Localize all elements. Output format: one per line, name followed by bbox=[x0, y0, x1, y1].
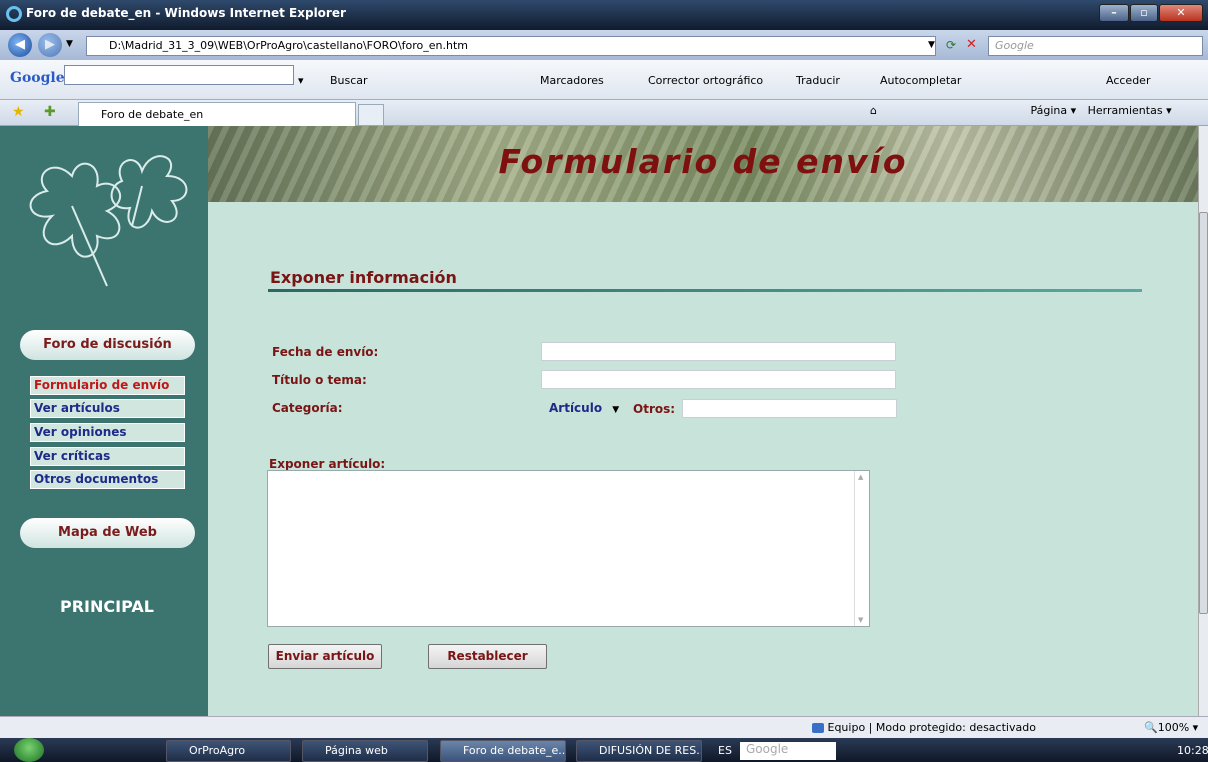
new-tab-button[interactable] bbox=[358, 104, 384, 126]
otros-field[interactable] bbox=[682, 399, 897, 418]
language-indicator[interactable]: ES bbox=[718, 744, 732, 757]
sidebar-item-ver-articulos[interactable]: Ver artículos bbox=[30, 399, 185, 418]
scrollbar-thumb[interactable] bbox=[1199, 212, 1208, 614]
sidebar-item-otros-documentos[interactable]: Otros documentos bbox=[30, 470, 185, 489]
url-dropdown-icon[interactable]: ▼ bbox=[928, 40, 935, 50]
fecha-field[interactable] bbox=[541, 342, 896, 361]
sidebar-item-formulario[interactable]: Formulario de envío bbox=[30, 376, 185, 395]
fecha-label: Fecha de envío: bbox=[272, 345, 379, 359]
sidebar-item-ver-opiniones[interactable]: Ver opiniones bbox=[30, 423, 185, 442]
articulo-textarea[interactable] bbox=[267, 470, 870, 627]
ie-icon bbox=[6, 6, 22, 22]
traducir-button[interactable]: Traducir bbox=[796, 74, 840, 87]
mapa-de-web-button[interactable]: Mapa de Web bbox=[20, 518, 195, 548]
scroll-up-icon[interactable]: ▲ bbox=[858, 473, 863, 481]
section-heading: Exponer información bbox=[270, 268, 457, 287]
tab-foro-de-debate[interactable]: Foro de debate_en bbox=[78, 102, 356, 126]
status-bar: Equipo | Modo protegido: desactivado 🔍10… bbox=[0, 716, 1208, 738]
google-logo: Google bbox=[10, 70, 65, 86]
computer-icon bbox=[812, 723, 824, 733]
favorites-star-icon[interactable]: ★ bbox=[12, 104, 25, 120]
command-bar: ⌂ Página ▾ Herramientas ▾ bbox=[870, 104, 1172, 117]
acceder-button[interactable]: Acceder bbox=[1106, 74, 1150, 87]
taskbar-item-difusion[interactable]: DIFUSIÓN DE RES... bbox=[576, 740, 702, 762]
enviar-button[interactable]: Enviar artículo bbox=[268, 644, 382, 669]
google-search-input[interactable] bbox=[64, 65, 294, 85]
refresh-icon[interactable]: ⟳ bbox=[946, 38, 956, 52]
taskbar-search-input[interactable]: Google bbox=[740, 742, 836, 760]
zoom-level[interactable]: 🔍100% ▾ bbox=[1144, 721, 1198, 734]
start-button[interactable] bbox=[14, 738, 44, 762]
home-icon[interactable]: ⌂ bbox=[870, 104, 877, 117]
categoria-label: Categoría: bbox=[272, 401, 343, 415]
banner: Formulario de envío bbox=[208, 126, 1198, 202]
buscar-button[interactable]: Buscar bbox=[330, 74, 368, 87]
articulo-label: Exponer artículo: bbox=[269, 457, 386, 471]
categoria-select[interactable]: Artículo ▼ bbox=[541, 398, 620, 418]
titulo-label: Título o tema: bbox=[272, 373, 367, 387]
sidebar-item-ver-criticas[interactable]: Ver críticas bbox=[30, 447, 185, 466]
heading-rule bbox=[268, 289, 1142, 292]
scroll-down-icon[interactable]: ▼ bbox=[858, 616, 863, 624]
taskbar-item-pagina-web[interactable]: Página web bbox=[302, 740, 428, 762]
chevron-down-icon: ▼ bbox=[612, 405, 620, 415]
textarea-scrollbar[interactable]: ▲ ▼ bbox=[854, 471, 869, 626]
stop-icon[interactable]: ✕ bbox=[966, 37, 977, 52]
titulo-field[interactable] bbox=[541, 370, 896, 389]
oak-leaf-logo bbox=[29, 155, 188, 287]
page-title: Formulario de envío bbox=[498, 142, 908, 181]
zone-text: Equipo | Modo protegido: desactivado bbox=[827, 721, 1036, 734]
restablecer-button[interactable]: Restablecer bbox=[428, 644, 547, 669]
clock: 10:28 bbox=[1177, 744, 1208, 757]
otros-label: Otros: bbox=[633, 402, 676, 416]
minimize-icon[interactable]: – bbox=[1099, 4, 1129, 22]
close-icon[interactable]: ✕ bbox=[1159, 4, 1203, 22]
back-icon[interactable]: ◀ bbox=[8, 33, 32, 57]
foro-de-discusion-button[interactable]: Foro de discusión bbox=[20, 330, 195, 360]
taskbar-item-orproagro[interactable]: OrProAgro bbox=[166, 740, 291, 762]
autocompletar-button[interactable]: Autocompletar bbox=[880, 74, 961, 87]
pagina-menu[interactable]: Página bbox=[1030, 104, 1067, 117]
window-titlebar: Foro de debate_en - Windows Internet Exp… bbox=[0, 0, 1208, 30]
google-dropdown-icon[interactable]: ▾ bbox=[298, 74, 304, 87]
zone-indicator[interactable]: Equipo | Modo protegido: desactivado bbox=[812, 721, 1036, 734]
add-favorite-icon[interactable]: ✚ bbox=[44, 104, 56, 120]
herramientas-menu[interactable]: Herramientas bbox=[1088, 104, 1163, 117]
taskbar-item-foro[interactable]: Foro de debate_e... bbox=[440, 740, 566, 762]
corrector-button[interactable]: Corrector ortográfico bbox=[648, 74, 763, 87]
principal-link[interactable]: PRINCIPAL bbox=[60, 597, 154, 616]
categoria-selected: Artículo bbox=[549, 401, 603, 415]
history-dropdown-icon[interactable]: ▼ bbox=[66, 39, 73, 49]
search-input[interactable]: Google bbox=[988, 36, 1203, 56]
forward-icon[interactable]: ▶ bbox=[38, 33, 62, 57]
window-title: Foro de debate_en - Windows Internet Exp… bbox=[26, 6, 346, 20]
maximize-icon[interactable]: ▫ bbox=[1130, 4, 1158, 22]
sidebar bbox=[0, 126, 208, 716]
url-field[interactable]: D:\Madrid_31_3_09\WEB\OrProAgro\castella… bbox=[86, 36, 936, 56]
marcadores-button[interactable]: Marcadores bbox=[540, 74, 604, 87]
